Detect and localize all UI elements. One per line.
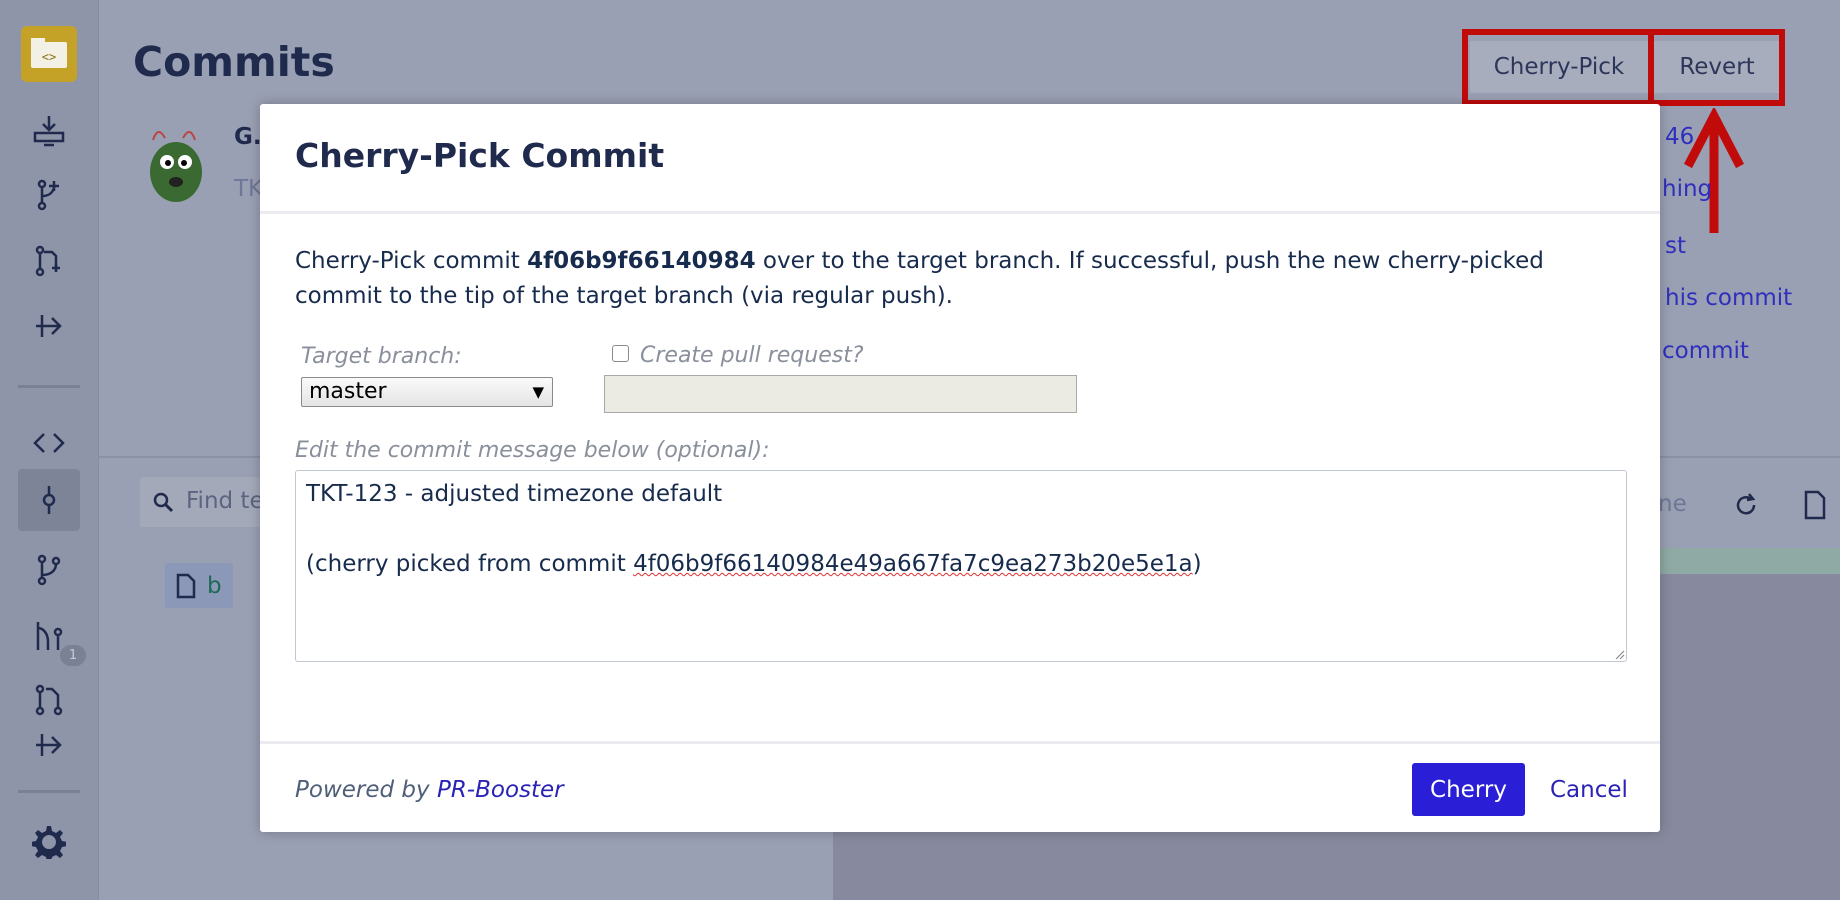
right-link-fragment[interactable]: his commit: [1665, 285, 1792, 311]
diff-added-line: [1660, 548, 1840, 576]
target-branch-value: master: [309, 379, 387, 404]
dialog-description: Cherry-Pick commit 4f06b9f66140984 over …: [295, 244, 1625, 314]
commit-hash: 4f06b9f66140984: [527, 248, 756, 274]
create-pull-request-checkbox[interactable]: [612, 345, 629, 362]
commit-message-textarea[interactable]: TKT-123 - adjusted timezone default (che…: [295, 470, 1627, 662]
source-code-icon[interactable]: [24, 418, 74, 468]
compare-icon[interactable]: [24, 301, 74, 351]
dialog-footer-divider: [260, 741, 1660, 744]
sidebar-divider: [18, 790, 80, 793]
target-branch-select[interactable]: master ▼: [301, 377, 553, 407]
create-branch-icon[interactable]: [24, 170, 74, 220]
commits-icon[interactable]: [18, 469, 80, 531]
sidebar: <> 1: [0, 0, 99, 900]
repository-logo-icon[interactable]: <>: [21, 26, 77, 82]
sidebar-divider: [18, 385, 80, 388]
search-icon: [153, 492, 174, 513]
message-line: TKT-123 - adjusted timezone default: [306, 481, 723, 507]
powered-by: Powered by PR-Booster: [295, 777, 564, 803]
commit-summary: TK: [234, 176, 264, 202]
page-title: Commits: [133, 38, 335, 86]
dialog-header: Cherry-Pick Commit: [260, 104, 1660, 214]
pull-request-create-icon[interactable]: [24, 236, 74, 286]
file-icon: [176, 573, 196, 599]
author-name: G.: [234, 124, 262, 150]
right-toolbar-label: ne: [1658, 491, 1687, 517]
settings-gear-icon[interactable]: [24, 817, 74, 867]
resize-handle-icon[interactable]: [1613, 648, 1625, 660]
right-link-fragment[interactable]: commit: [1662, 338, 1749, 364]
refresh-icon[interactable]: [1732, 491, 1760, 519]
right-link-fragment[interactable]: st: [1665, 233, 1686, 259]
pull-requests-count-badge: 1: [60, 645, 86, 666]
cherry-pick-dialog: Cherry-Pick Commit Cherry-Pick commit 4f…: [260, 104, 1660, 832]
pull-request-title-input: [604, 375, 1077, 413]
target-branch-label: Target branch:: [301, 344, 462, 369]
full-commit-hash: 4f06b9f66140984e49a667fa7c9ea273b20e5e1a: [633, 551, 1193, 577]
cherry-pick-highlight: [1462, 29, 1654, 106]
download-icon[interactable]: [24, 105, 74, 155]
right-link-fragment[interactable]: 46: [1665, 124, 1694, 150]
commit-message-label: Edit the commit message below (optional)…: [295, 438, 770, 463]
branches-icon[interactable]: [24, 545, 74, 595]
file-tab[interactable]: b: [165, 563, 233, 608]
message-line: (cherry picked from commit: [306, 551, 634, 577]
file-icon[interactable]: [1802, 490, 1828, 520]
cancel-button[interactable]: Cancel: [1538, 763, 1640, 816]
dropdown-arrow-icon: ▼: [532, 383, 544, 401]
author-avatar: [150, 131, 202, 202]
cherry-button[interactable]: Cherry: [1412, 763, 1525, 816]
right-link-fragment[interactable]: hing: [1662, 176, 1712, 202]
pr-booster-link[interactable]: PR-Booster: [437, 777, 564, 803]
create-pull-request-label: Create pull request?: [640, 343, 864, 368]
pull-requests-icon[interactable]: [24, 675, 74, 725]
description-text: Cherry-Pick commit: [295, 248, 528, 274]
search-placeholder: Find te: [186, 488, 264, 514]
powered-by-text: Powered by: [295, 777, 437, 803]
svg-text:<>: <>: [42, 50, 56, 64]
revert-highlight: [1648, 29, 1785, 106]
message-line: ): [1192, 551, 1202, 577]
compare-branches-icon[interactable]: [24, 720, 74, 770]
file-tab-label: b: [207, 573, 222, 599]
dialog-title: Cherry-Pick Commit: [295, 136, 665, 175]
